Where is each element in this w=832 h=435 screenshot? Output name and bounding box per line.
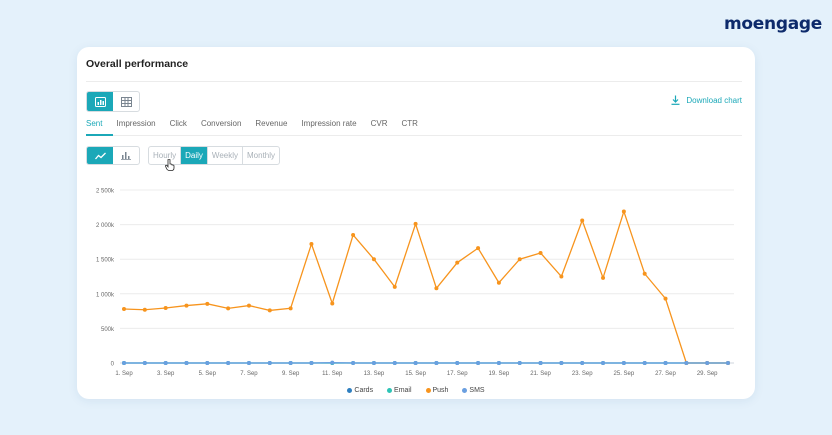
data-point-push [330, 301, 335, 306]
brand-logo: moengage [724, 14, 822, 34]
x-tick-label: 23. Sep [572, 371, 593, 377]
legend-label-push: Push [432, 387, 449, 394]
data-point-push [476, 246, 481, 251]
x-tick-label: 25. Sep [614, 371, 635, 377]
data-point-push [434, 286, 439, 291]
data-point-push [496, 280, 501, 285]
data-point-sms [559, 361, 564, 365]
legend-marker-push [425, 388, 431, 393]
x-tick-label: 1. Sep [115, 371, 133, 377]
data-point-push [413, 221, 418, 226]
data-point-push [205, 301, 210, 306]
data-point-push [267, 308, 272, 313]
data-point-push [663, 296, 668, 301]
legend-item-sms[interactable]: SMS [462, 387, 485, 394]
sent-line-chart: 0 500k 1 000k 1 500k 2 000k 2 500k 1. Sep 3. Se… [96, 189, 734, 377]
x-tick-label: 13. Sep [364, 371, 385, 377]
data-point-sms [351, 361, 356, 365]
data-point-push [517, 257, 522, 262]
data-point-sms [330, 360, 335, 365]
data-point-sms [455, 361, 460, 365]
series-line-push [123, 209, 728, 364]
data-point-sms [496, 361, 501, 365]
data-point-sms [267, 361, 272, 365]
legend-marker-cards [347, 388, 353, 393]
data-point-push [288, 306, 293, 311]
data-point-sms [288, 361, 293, 365]
data-point-sms [142, 361, 147, 365]
data-point-push [371, 257, 376, 262]
data-point-sms [705, 361, 710, 365]
legend-label-cards: Cards [354, 387, 374, 394]
x-tick-label: 17. Sep [447, 371, 468, 377]
data-point-push [392, 284, 397, 289]
data-point-push [184, 303, 189, 308]
x-tick-label: 21. Sep [530, 371, 551, 377]
data-point-push [309, 241, 314, 246]
x-tick-label: 3. Sep [157, 371, 175, 377]
x-tick-label: 29. Sep [697, 371, 718, 377]
data-point-sms [184, 361, 189, 365]
y-tick-label: 1 500k [96, 258, 115, 264]
y-tick-label: 500k [101, 327, 115, 333]
data-point-sms [434, 361, 439, 365]
data-point-push [642, 271, 647, 276]
data-point-push [559, 274, 564, 279]
x-tick-label: 15. Sep [405, 371, 426, 377]
data-point-sms [163, 361, 168, 365]
data-point-sms [392, 361, 397, 365]
data-point-sms [621, 361, 626, 365]
data-point-push [621, 209, 626, 214]
legend-item-cards[interactable]: Cards [347, 387, 373, 394]
legend-label-sms: SMS [469, 387, 485, 394]
y-tick-label: 0 [111, 362, 115, 368]
data-point-sms [642, 361, 647, 365]
data-point-sms [663, 361, 668, 365]
data-point-sms [246, 361, 251, 365]
data-point-sms [205, 361, 210, 365]
data-point-sms [413, 361, 418, 365]
legend-marker-email [387, 388, 393, 393]
data-point-push [163, 305, 168, 310]
data-point-push [226, 306, 231, 311]
legend-item-email[interactable]: Email [387, 387, 412, 394]
data-point-push [142, 307, 147, 312]
x-tick-label: 27. Sep [655, 371, 676, 377]
data-point-sms [601, 361, 606, 365]
legend-label-email: Email [394, 387, 412, 394]
y-tick-label: 2 000k [96, 223, 115, 229]
data-point-sms [538, 361, 543, 365]
data-point-sms [684, 361, 689, 365]
data-point-push [601, 275, 606, 280]
legend-item-push[interactable]: Push [425, 387, 449, 394]
data-point-push [580, 218, 585, 223]
data-point-push [122, 307, 126, 312]
data-point-push [538, 250, 543, 255]
data-point-sms [371, 361, 376, 365]
x-tick-label: 9. Sep [282, 371, 300, 377]
y-tick-label: 2 500k [96, 189, 115, 195]
data-point-sms [580, 361, 585, 365]
data-point-sms [309, 361, 314, 365]
data-point-sms [476, 361, 481, 365]
data-point-sms [122, 361, 126, 365]
data-point-sms [726, 361, 730, 365]
chart-legend: Cards Email Push SMS [77, 387, 755, 395]
x-tick-label: 7. Sep [240, 371, 258, 377]
x-tick-label: 19. Sep [489, 371, 510, 377]
y-tick-label: 1 000k [96, 292, 115, 298]
data-point-push [246, 303, 251, 308]
data-point-push [351, 232, 356, 237]
x-tick-label: 11. Sep [322, 371, 343, 377]
x-tick-label: 5. Sep [199, 371, 217, 377]
chart-area: 0 500k 1 000k 1 500k 2 000k 2 500k 1. Sep 3. Se… [77, 47, 755, 399]
data-point-sms [226, 361, 231, 365]
data-point-sms [517, 361, 522, 365]
data-point-push [455, 260, 460, 265]
legend-marker-sms [462, 388, 468, 393]
overall-performance-card: Overall performance Download chart Sent … [77, 47, 755, 399]
